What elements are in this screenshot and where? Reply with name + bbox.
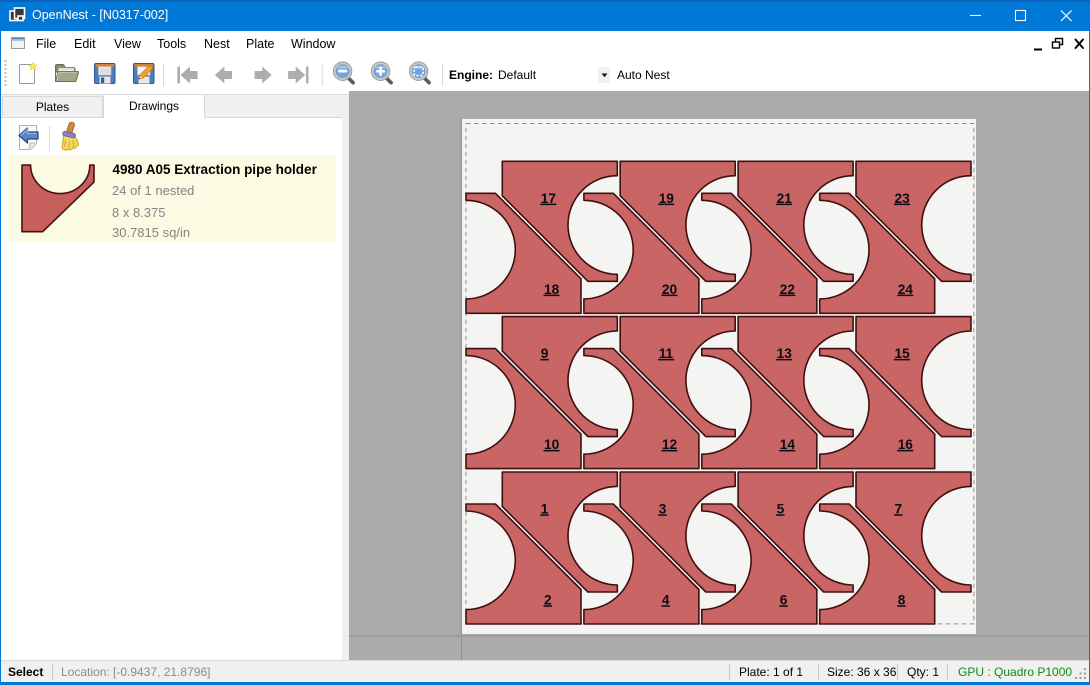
svg-text:7: 7 — [895, 502, 903, 517]
svg-text:24: 24 — [898, 282, 914, 297]
svg-text:15: 15 — [895, 346, 911, 361]
svg-text:17: 17 — [541, 191, 557, 206]
svg-text:19: 19 — [659, 191, 675, 206]
svg-text:18: 18 — [544, 282, 560, 297]
svg-text:1: 1 — [541, 502, 549, 517]
svg-text:8: 8 — [898, 593, 906, 608]
svg-text:14: 14 — [780, 437, 796, 452]
svg-text:22: 22 — [780, 282, 796, 297]
svg-text:6: 6 — [780, 593, 788, 608]
svg-text:23: 23 — [895, 191, 911, 206]
svg-text:12: 12 — [662, 437, 678, 452]
svg-text:13: 13 — [777, 346, 793, 361]
svg-text:9: 9 — [541, 346, 549, 361]
svg-text:16: 16 — [898, 437, 914, 452]
svg-text:20: 20 — [662, 282, 678, 297]
svg-text:21: 21 — [777, 191, 793, 206]
svg-text:4: 4 — [662, 593, 670, 608]
svg-text:11: 11 — [659, 346, 674, 361]
svg-text:5: 5 — [777, 502, 785, 517]
svg-text:3: 3 — [659, 502, 667, 517]
svg-text:2: 2 — [544, 593, 552, 608]
svg-text:10: 10 — [544, 437, 560, 452]
